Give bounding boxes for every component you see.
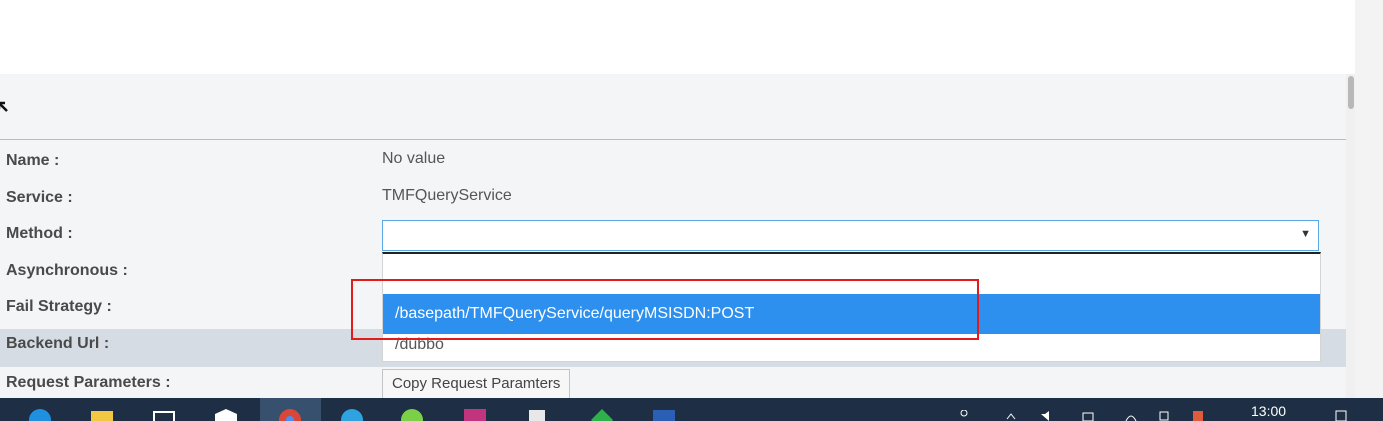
store-icon[interactable] <box>152 408 176 421</box>
scrollbar-thumb[interactable] <box>1348 76 1354 109</box>
asynchronous-label: Asynchronous : <box>6 262 128 279</box>
notepad-icon[interactable] <box>526 408 550 421</box>
service-detail-panel: Name : No value Service : TMFQueryServic… <box>0 74 1346 398</box>
battery-icon[interactable] <box>1082 410 1094 421</box>
network-icon[interactable] <box>1125 410 1137 421</box>
action-center-icon[interactable] <box>1335 410 1347 421</box>
red-annotation-box <box>351 279 979 340</box>
notification-app-icon[interactable] <box>1192 410 1204 421</box>
panel-header <box>0 74 1346 140</box>
name-value: No value <box>382 150 446 167</box>
taskbar-clock[interactable]: 13:00 <box>1251 403 1286 419</box>
request-parameters-label: Request Parameters : <box>6 374 171 391</box>
method-select[interactable]: ▼ <box>382 220 1319 251</box>
mail-icon[interactable] <box>214 408 238 421</box>
telegram-icon[interactable] <box>340 408 364 421</box>
chevron-down-icon[interactable]: ▼ <box>1300 228 1311 240</box>
person-icon[interactable] <box>958 410 970 421</box>
input-method-icon[interactable] <box>1158 410 1170 421</box>
file-explorer-icon[interactable] <box>90 408 114 421</box>
service-label: Service : <box>6 189 73 206</box>
word-icon[interactable] <box>652 408 676 421</box>
fail-strategy-label: Fail Strategy : <box>6 298 112 315</box>
volume-icon[interactable] <box>1040 410 1052 421</box>
chevron-up-icon[interactable] <box>1005 410 1017 421</box>
windows-taskbar: 13:00 <box>0 398 1383 421</box>
git-icon[interactable] <box>590 408 614 421</box>
copy-request-parameters-button[interactable]: Copy Request Paramters <box>382 369 571 398</box>
name-label: Name : <box>6 152 60 169</box>
service-value: TMFQueryService <box>382 187 512 204</box>
window-right-edge <box>1355 0 1383 398</box>
backend-url-label: Backend Url : <box>6 335 110 352</box>
method-label: Method : <box>6 225 73 242</box>
scrollbar-track[interactable] <box>1346 74 1355 398</box>
intellij-icon[interactable] <box>463 408 487 421</box>
top-blank-area <box>0 0 1355 74</box>
chrome-icon[interactable] <box>278 408 302 421</box>
edge-icon[interactable] <box>28 408 52 421</box>
wechat-icon[interactable] <box>400 408 424 421</box>
collapse-arrow-icon[interactable] <box>0 101 11 115</box>
